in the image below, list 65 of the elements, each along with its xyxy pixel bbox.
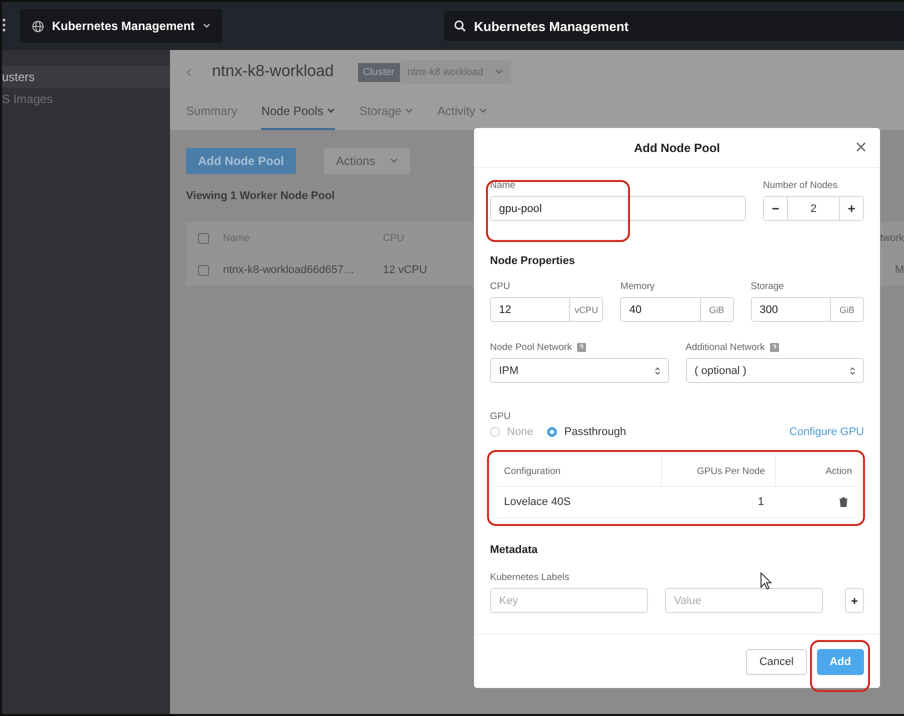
globe-icon [32, 20, 44, 32]
resource-field[interactable]: 40 [620, 297, 700, 322]
caret-icon [479, 108, 488, 114]
table-cell-text: Lovelace 40S [503, 495, 572, 510]
value-field[interactable]: Value [665, 588, 823, 613]
field-label: Storage [750, 281, 785, 292]
column-header: twork [880, 232, 904, 244]
checkbox[interactable] [198, 232, 209, 244]
key-field[interactable]: Key [490, 588, 648, 613]
field-label: Name [490, 180, 516, 191]
cursor-icon [760, 572, 772, 590]
menu-icon[interactable] [2, 18, 6, 32]
add-label-button[interactable]: + [845, 588, 864, 613]
summary-text: Viewing 1 Worker Node Pool [186, 190, 336, 202]
annotation-ring [810, 640, 870, 692]
field-label: Memory [620, 281, 656, 292]
network-select[interactable]: ( optional ) [686, 358, 864, 383]
cluster-badge: Cluster [358, 62, 400, 82]
caret-icon [390, 158, 398, 164]
help-icon[interactable] [576, 343, 586, 352]
resource-field[interactable]: 300 [750, 297, 830, 322]
search-field[interactable]: Kubernetes Management [444, 11, 904, 41]
column-header: Configuration [498, 456, 662, 486]
node-count-stepper[interactable]: − 2 + [763, 196, 864, 221]
sidebar-item[interactable]: usters [2, 66, 170, 88]
field-label: Kubernetes Labels [490, 572, 570, 583]
table-cell-text: 1 [756, 495, 765, 510]
tab[interactable]: Node Pools [261, 94, 336, 130]
caret-icon [327, 108, 336, 114]
page-title: ntnx-k8-workload [212, 63, 334, 81]
delete-icon[interactable] [839, 497, 848, 507]
back-icon[interactable] [186, 68, 192, 76]
section-heading: Metadata [490, 544, 539, 556]
name-field[interactable]: gpu-pool [490, 196, 746, 221]
radio-button[interactable] [547, 427, 558, 437]
network-select[interactable]: IPM [490, 358, 668, 383]
help-icon[interactable] [770, 343, 779, 352]
cancel-button[interactable]: Cancel [746, 648, 807, 674]
unit-label: GiB [700, 297, 734, 322]
resource-field[interactable]: 12 [490, 297, 570, 322]
radio-option[interactable]: Passthrough [547, 426, 626, 438]
dialog-title: Add Node Pool [634, 140, 720, 154]
field-label: Number of Nodes [763, 180, 838, 191]
checkbox[interactable] [198, 264, 209, 276]
section-heading: Node Properties [490, 255, 576, 267]
unit-label: vCPU [569, 297, 604, 322]
search-icon [454, 20, 466, 32]
field-label: Node Pool Network [490, 342, 572, 353]
table-cell: M [894, 264, 904, 276]
unit-label: GiB [830, 297, 864, 322]
field-label: GPU [490, 411, 512, 422]
column-header: Action [824, 464, 853, 478]
updown-icon [850, 366, 855, 374]
app-selector[interactable]: Kubernetes Management [20, 9, 222, 43]
caret-icon [405, 108, 414, 114]
table-cell-text: ntnx-k8-workload66d657… [223, 264, 356, 276]
field-label: Additional Network [686, 342, 765, 353]
caret-icon [495, 69, 504, 75]
search-text: Kubernetes Management [474, 18, 629, 34]
column-header: GPUs Per Node [662, 456, 776, 486]
close-icon[interactable] [854, 140, 868, 154]
updown-icon [654, 366, 660, 374]
field-label: CPU [490, 281, 512, 292]
table-cell-text: 12 vCPU [383, 264, 428, 276]
caret-icon [202, 23, 210, 29]
